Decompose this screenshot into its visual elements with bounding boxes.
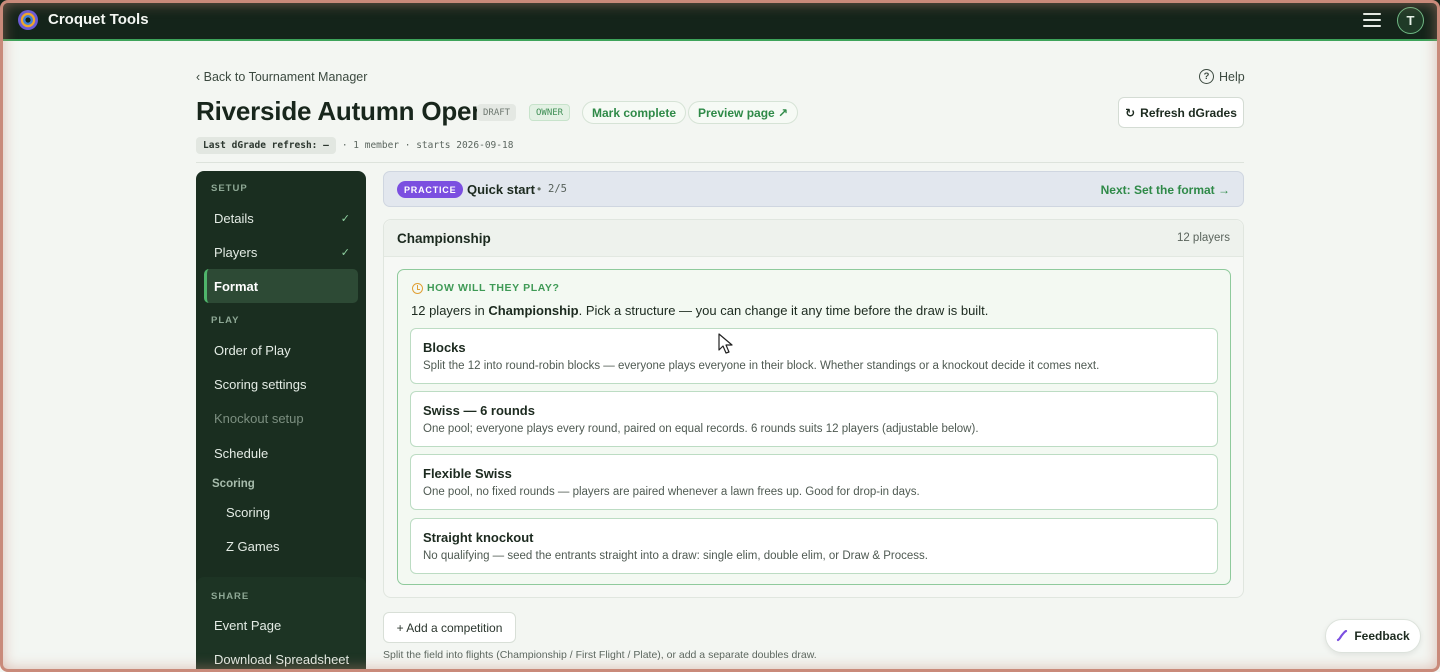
competition-card: Championship 12 players HOW WILL THEY PL… [383, 219, 1244, 598]
format-intro: 12 players in Championship. Pick a struc… [411, 303, 988, 318]
option-title: Straight knockout [423, 530, 534, 545]
sidebar-heading-share: SHARE [211, 591, 250, 602]
tournament-meta: Last dGrade refresh: — · 1 member · star… [196, 137, 513, 154]
format-option-flexible-swiss[interactable]: Flexible Swiss One pool, no fixed rounds… [410, 454, 1218, 510]
refresh-icon: ↻ [1125, 105, 1136, 120]
dgrade-refresh-chip: Last dGrade refresh: — [196, 137, 336, 154]
help-link[interactable]: ? Help [1199, 69, 1245, 84]
quickstart-step: 2/5 [548, 183, 567, 195]
draft-badge: DRAFT [477, 104, 517, 121]
option-title: Blocks [423, 340, 466, 355]
sidebar-item-z-games[interactable]: Z Games [204, 529, 358, 563]
quickstart-title: Quick start [467, 182, 535, 197]
back-to-tournament-manager-link[interactable]: ‹ Back to Tournament Manager [196, 70, 367, 84]
option-description: One pool, no fixed rounds — players are … [423, 486, 920, 498]
refresh-dgrades-button[interactable]: ↻ Refresh dGrades [1118, 97, 1244, 128]
top-bar: Croquet Tools T [0, 0, 1440, 41]
competition-name: Championship [397, 231, 491, 246]
clock-icon [412, 282, 423, 294]
separator-dot: • [537, 182, 542, 196]
option-description: No qualifying — seed the entrants straig… [423, 550, 928, 562]
option-description: Split the 12 into round-robin blocks — e… [423, 360, 1100, 372]
refresh-dgrades-label: Refresh dGrades [1140, 105, 1237, 120]
format-option-straight-knockout[interactable]: Straight knockout No qualifying — seed t… [410, 518, 1218, 574]
gear-logo-icon[interactable] [17, 9, 39, 31]
sidebar-item-label: Details [214, 210, 254, 226]
help-icon: ? [1199, 69, 1214, 84]
add-competition-hint: Split the field into flights (Championsh… [383, 649, 817, 661]
format-option-blocks[interactable]: Blocks Split the 12 into round-robin blo… [410, 328, 1218, 384]
next-step-link[interactable]: Next: Set the format → [1101, 183, 1230, 197]
practice-quickstart-bar: PRACTICE Quick start • 2/5 Next: Set the… [383, 171, 1244, 207]
sidebar-item-label: Players [214, 244, 258, 260]
player-count: 12 players [1176, 232, 1230, 244]
feedback-button[interactable]: Feedback [1325, 619, 1421, 653]
sidebar-item-order-of-play[interactable]: Order of Play [204, 333, 358, 367]
divider [196, 162, 1244, 163]
check-icon: ✓ [340, 212, 350, 225]
sidebar-item-scoring-settings[interactable]: Scoring settings [204, 367, 358, 401]
sidebar-heading-play: PLAY [211, 315, 240, 326]
menu-icon[interactable] [1363, 13, 1381, 27]
format-picker: HOW WILL THEY PLAY? 12 players in Champi… [397, 269, 1231, 585]
help-label: Help [1219, 69, 1245, 84]
sidebar-item-players[interactable]: Players ✓ [204, 235, 358, 269]
sidebar-item-label: Format [214, 278, 259, 294]
page-title: Riverside Autumn Open [196, 96, 487, 126]
intro-suffix: . Pick a structure — you can change it a… [578, 303, 989, 318]
sidebar-item-schedule[interactable]: Schedule [204, 436, 358, 470]
option-title: Swiss — 6 rounds [423, 403, 535, 418]
sidebar-item-details[interactable]: Details ✓ [204, 201, 358, 235]
preview-page-button[interactable]: Preview page ↗ [688, 101, 799, 124]
user-avatar[interactable]: T [1397, 7, 1424, 34]
sidebar-item-download-spreadsheet[interactable]: Download Spreadsheet [204, 642, 358, 672]
competition-header: Championship 12 players [384, 220, 1243, 257]
sidebar-item-format[interactable]: Format [204, 269, 358, 303]
intro-competition-name: Championship [488, 303, 579, 318]
sidebar-item-knockout-setup[interactable]: Knockout setup [204, 401, 358, 435]
feedback-label: Feedback [1354, 629, 1410, 643]
sidebar-item-event-page[interactable]: Event Page [204, 608, 358, 642]
sidebar-item-scoring[interactable]: Scoring [204, 495, 358, 529]
app-title[interactable]: Croquet Tools [48, 11, 149, 28]
mark-complete-button[interactable]: Mark complete [582, 101, 687, 124]
sidebar-group-scoring: Scoring [212, 478, 255, 490]
format-question: HOW WILL THEY PLAY? [412, 282, 560, 294]
format-question-label: HOW WILL THEY PLAY? [427, 282, 560, 294]
mouse-cursor-icon [718, 333, 733, 354]
owner-badge: OWNER [529, 104, 571, 121]
check-icon: ✓ [340, 246, 350, 259]
option-description: One pool; everyone plays every round, pa… [423, 423, 979, 435]
add-competition-button[interactable]: + Add a competition [383, 612, 516, 643]
intro-prefix: 12 players in [411, 303, 489, 318]
practice-tag: PRACTICE [397, 181, 464, 198]
option-title: Flexible Swiss [423, 466, 512, 481]
sidebar-heading-setup: SETUP [211, 183, 248, 194]
meta-details: · 1 member · starts 2026-09-18 [341, 140, 514, 151]
feedback-icon [1337, 630, 1348, 642]
format-option-swiss[interactable]: Swiss — 6 rounds One pool; everyone play… [410, 391, 1218, 447]
